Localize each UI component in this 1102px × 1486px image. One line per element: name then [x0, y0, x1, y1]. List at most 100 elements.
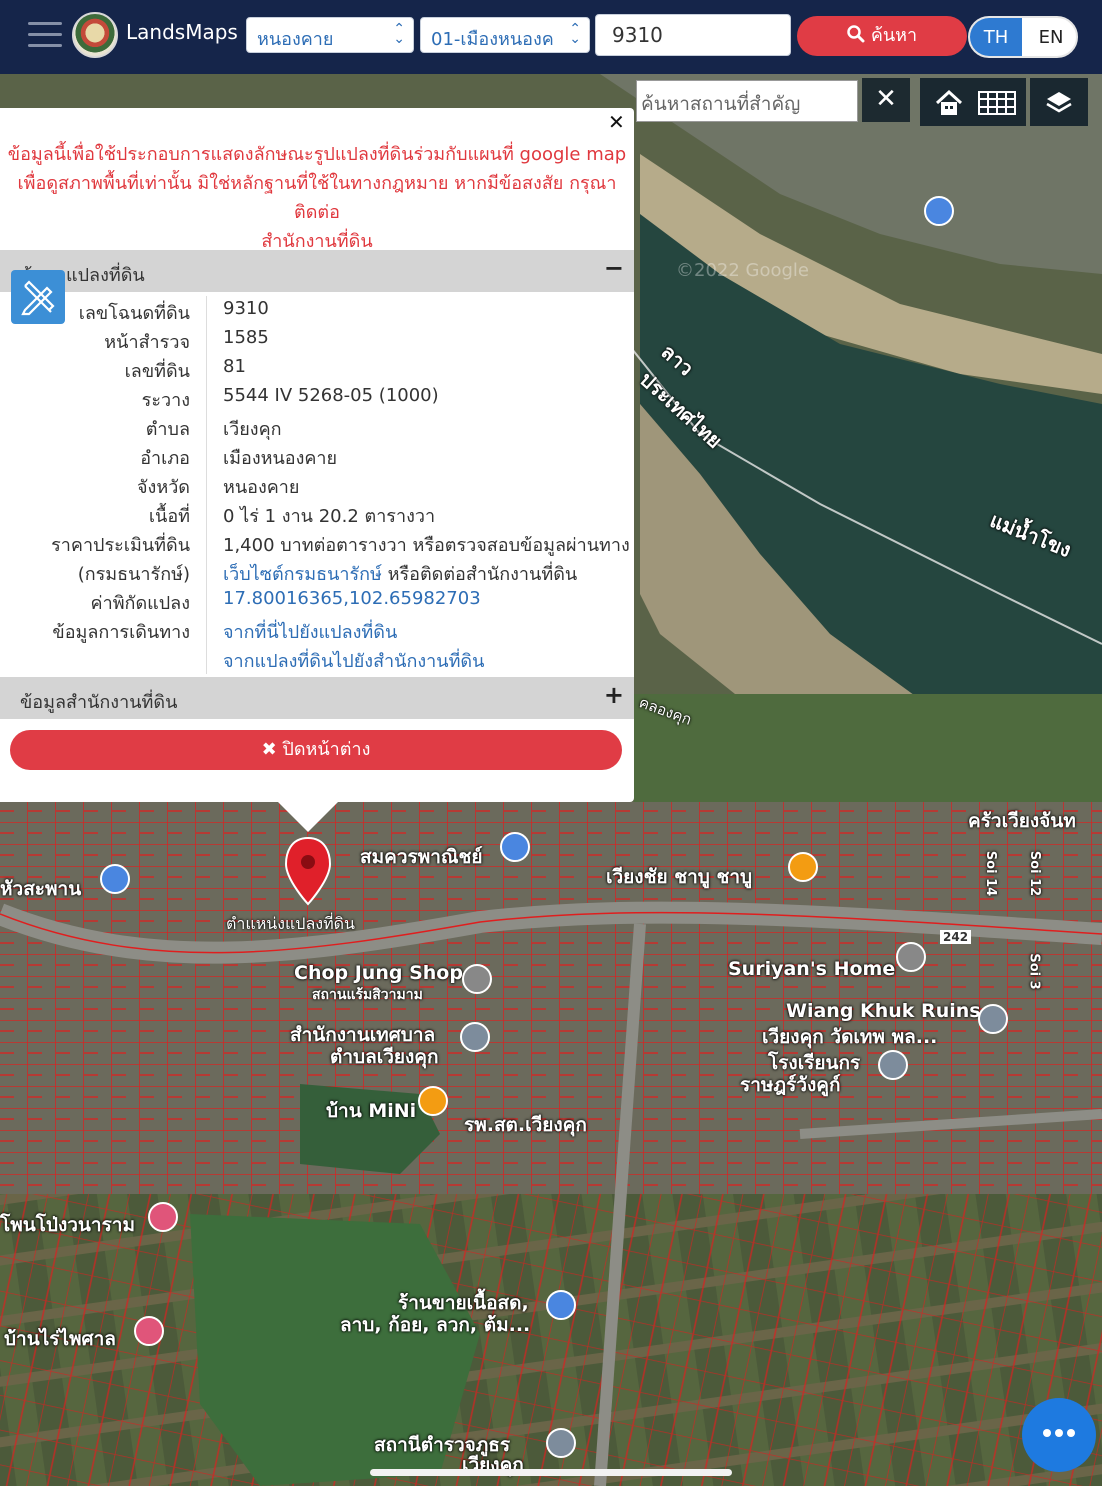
row-value: เวียงคุก [223, 419, 282, 440]
row-value: หนองคาย [223, 477, 300, 498]
popup-pointer [276, 800, 340, 832]
directions-to-parcel-link[interactable]: จากที่นี่ไปยังแปลงที่ดิน [223, 617, 397, 646]
top-navigation-bar: LandsMaps หนองคาย ⌃ ⌄ 01-เมืองหนองค ⌃ ⌄ 93… [0, 0, 1102, 74]
clear-icon[interactable]: ✕ [862, 78, 910, 122]
info-row-province: จังหวัด หนองคาย [0, 472, 634, 501]
info-row-map-sheet: ระวาง 5544 IV 5268-05 (1000) [0, 385, 634, 414]
info-row-directions-office: จากแปลงที่ดินไปยังสำนักงานที่ดิน [0, 646, 634, 675]
temple-poi-icon[interactable] [148, 1202, 178, 1232]
row-label: จังหวัด [137, 477, 190, 498]
info-row-appraisal: ราคาประเมินที่ดิน 1,400 บาทต่อตารางวา หร… [0, 530, 634, 559]
search-button-label: ค้นหา [870, 25, 918, 46]
row-label: เลขที่ดิน [124, 361, 190, 382]
row-value: 1,400 บาทต่อตารางวา หรือตรวจสอบข้อมูลผ่า… [223, 535, 630, 556]
landmark-poi-icon[interactable] [978, 1004, 1008, 1034]
map-label-chopjung-sub: สถานแร้มสิวามาม [312, 987, 423, 1003]
restaurant-poi-icon[interactable] [418, 1086, 448, 1116]
directions-to-office-link[interactable]: จากแปลงที่ดินไปยังสำนักงานที่ดิน [223, 646, 484, 675]
popup-close-icon[interactable]: ✕ [608, 110, 625, 134]
select-arrows-icon: ⌃ ⌄ [569, 21, 581, 47]
map-label-school-2: ราษฎร์วังคูก์ [740, 1074, 841, 1096]
grid-toggle-button[interactable] [968, 78, 1026, 126]
collapse-icon[interactable]: − [604, 254, 624, 282]
row-value: เว็บไซต์กรมธนารักษ์ หรือติดต่อสำนักงานที… [223, 559, 577, 588]
map-label-mini: บ้าน MiNi [326, 1100, 417, 1122]
map-label-chopjung: Chop Jung Shop [294, 962, 463, 984]
row-label: ระวาง [141, 390, 190, 411]
temple-poi-icon[interactable] [134, 1316, 164, 1346]
disclaimer-line: ข้อมูลนี้เพื่อใช้ประกอบการแสดงลักษณะรูปแ… [7, 144, 627, 165]
lang-en-button[interactable]: EN [1026, 18, 1076, 56]
treasury-website-link[interactable]: เว็บไซต์กรมธนารักษ์ [223, 564, 382, 585]
map-label-wiangkhuk: Wiang Khuk Ruins, [786, 1000, 988, 1022]
map-label-huasaphan: หัวสะพาน [0, 878, 82, 900]
info-row-area: เนื้อที่ 0 ไร่ 1 งาน 20.2 ตารางวา [0, 501, 634, 530]
amphoe-select[interactable]: 01-เมืองหนองค ⌃ ⌄ [420, 17, 590, 53]
office-section-header[interactable]: ข้อมูลสำนักงานที่ดิน + [0, 677, 634, 719]
close-window-button[interactable]: ✖ ปิดหน้าต่าง [10, 730, 622, 770]
map-label-soi14: Soi 14 [983, 850, 999, 897]
row-label: ข้อมูลการเดินทาง [52, 622, 190, 643]
map-label-sommuang: สมควรพาณิชย์ [360, 846, 483, 868]
shopping-poi-icon[interactable] [500, 832, 530, 862]
row-value: 81 [223, 356, 246, 377]
map-label-parcel-position: ตำแหน่งแปลงที่ดิน [226, 914, 355, 933]
shopping-poi-icon[interactable] [924, 196, 954, 226]
parcel-section-header[interactable]: ข้อมูลแปลงที่ดิน − [0, 250, 634, 292]
menu-icon[interactable] [28, 22, 62, 50]
office-section-title: ข้อมูลสำนักงานที่ดิน [20, 692, 178, 713]
chat-button[interactable] [1022, 1398, 1096, 1472]
info-row-tambon: ตำบล เวียงคุก [0, 414, 634, 443]
row-value-suffix: หรือติดต่อสำนักงานที่ดิน [381, 564, 578, 585]
map-label-hospital: รพ.สต.เวียงคุก [464, 1114, 587, 1136]
layers-icon [1046, 91, 1072, 112]
row-label: ค่าพิกัดแปลง [90, 593, 190, 614]
info-row-survey-page: หน้าสำรวจ 1585 [0, 327, 634, 356]
expand-icon[interactable]: + [604, 681, 624, 709]
place-poi-icon[interactable] [462, 964, 492, 994]
row-label: (กรมธนารักษ์) [77, 564, 190, 585]
shopping-poi-icon[interactable] [100, 864, 130, 894]
row-value: 9310 [223, 298, 269, 319]
home-indicator [370, 1469, 732, 1476]
row-label: อำเภอ [140, 448, 190, 469]
parcel-number-input[interactable]: 9310 [595, 14, 791, 56]
info-row-treasury: (กรมธนารักษ์) เว็บไซต์กรมธนารักษ์ หรือติ… [0, 559, 634, 588]
amphoe-value: 01-เมืองหนองค [431, 29, 554, 50]
map-label-tessaban-2: ตำบลเวียงคุก [330, 1046, 439, 1068]
home-icon [935, 89, 963, 115]
map-watermark: ©2022 Google [676, 260, 810, 281]
province-value: หนองคาย [257, 29, 334, 50]
government-poi-icon[interactable] [460, 1022, 490, 1052]
landsmaps-logo [72, 12, 118, 58]
row-value: 1585 [223, 327, 269, 348]
province-select[interactable]: หนองคาย ⌃ ⌄ [246, 17, 414, 53]
info-row-land-number: เลขที่ดิน 81 [0, 356, 634, 385]
home-poi-icon[interactable] [896, 942, 926, 972]
row-label: ราคาประเมินที่ดิน [51, 535, 190, 556]
coordinates-link[interactable]: 17.80016365,102.65982703 [223, 588, 481, 609]
shopping-poi-icon[interactable] [546, 1290, 576, 1320]
school-poi-icon[interactable] [878, 1050, 908, 1080]
brand-name: LandsMaps [126, 20, 238, 44]
row-label: เนื้อที่ [148, 506, 190, 527]
search-button[interactable]: ค้นหา [797, 16, 967, 56]
row-value: 5544 IV 5268-05 (1000) [223, 385, 439, 406]
info-row-coordinates: ค่าพิกัดแปลง 17.80016365,102.65982703 [0, 588, 634, 617]
map-label-soi12: Soi 12 [1027, 850, 1043, 897]
place-search-input[interactable]: ค้นหาสถานที่สำคัญ [636, 80, 858, 122]
police-poi-icon[interactable] [546, 1428, 576, 1458]
row-label: หน้าสำรวจ [104, 332, 190, 353]
restaurant-poi-icon[interactable] [788, 852, 818, 882]
disclaimer-text: ข้อมูลนี้เพื่อใช้ประกอบการแสดงลักษณะรูปแ… [0, 140, 634, 256]
route-242-shield: 242 [940, 930, 972, 944]
select-arrows-icon: ⌃ ⌄ [393, 21, 405, 47]
map-label-phonpong: โพนโป่งวนาราม [0, 1214, 135, 1236]
more-dots-icon [1043, 1428, 1075, 1437]
lang-th-button[interactable]: TH [970, 18, 1022, 56]
row-value: 0 ไร่ 1 งาน 20.2 ตารางวา [223, 506, 436, 527]
info-row-deed: เลขโฉนดที่ดิน 9310 [0, 298, 634, 327]
disclaimer-line: เพื่อดูสภาพพื้นที่เท่านั้น มิใช่หลักฐานท… [17, 173, 617, 223]
grid-icon [978, 90, 1016, 115]
layers-button[interactable] [1030, 78, 1088, 126]
